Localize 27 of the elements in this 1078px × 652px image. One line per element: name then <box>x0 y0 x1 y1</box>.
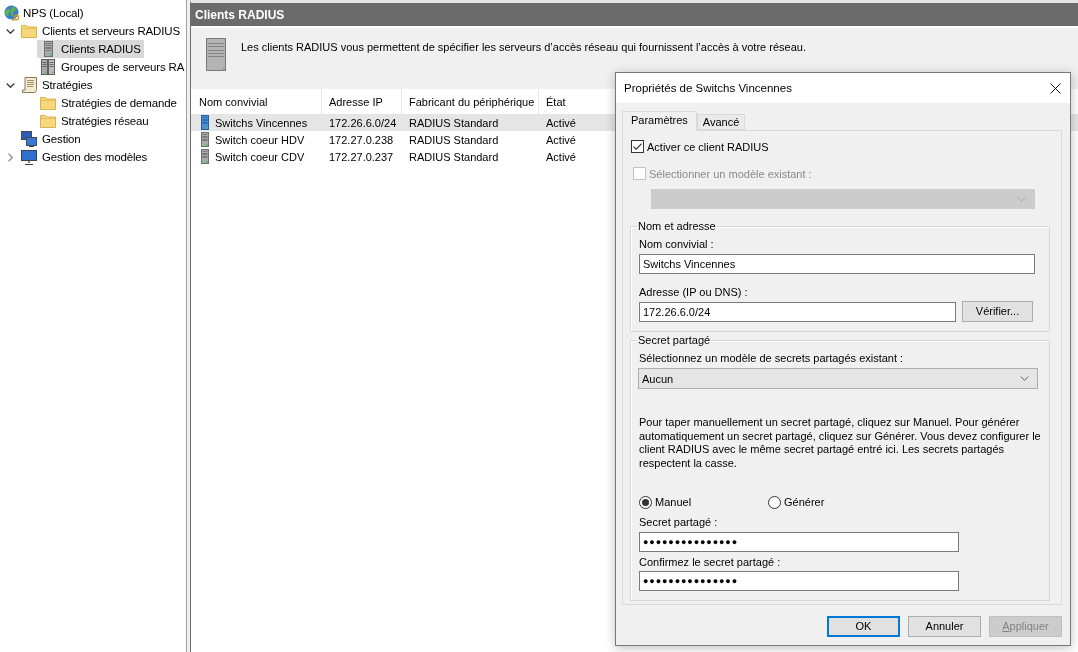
dialog-title: Propriétés de Switchs Vincennes <box>624 82 792 94</box>
table-cell-text: 172.27.0.238 <box>328 132 395 148</box>
table-cell: Switchs Vincennes <box>215 116 308 129</box>
table-cell-text: 172.27.0.237 <box>328 149 395 165</box>
help-text: Pour taper manuellement un secret partagé, cliquez sur Manuel. Pour générer automatiquement un secret partagé, cliquez sur Générer. Vous devez configurer le client RADIUS avec le même secret partagé entré ici. Les secrets partagés respectent la casse. <box>639 416 1042 470</box>
table-cell-text: RADIUS Standard <box>408 132 500 148</box>
radio-label: Générer <box>784 495 825 509</box>
description-text: Les clients RADIUS vous permettent de spécifier les serveurs d’accès réseau qui fournissent l’accès à votre réseau. <box>241 41 806 53</box>
field-label: Secret partagé : <box>639 515 719 529</box>
table-cell: Switch coeur CDV <box>215 150 305 163</box>
table-cell-text: Activé <box>545 115 577 131</box>
table-cell: Switch coeur HDV <box>215 133 305 146</box>
group-title: Nom et adresse <box>637 219 717 233</box>
radio-label: Manuel <box>655 495 692 509</box>
checkbox-label: Sélectionner un modèle existant : <box>649 166 812 181</box>
field-label: Adresse (IP ou DNS) : <box>639 285 749 299</box>
table-cell-text: RADIUS Standard <box>408 149 500 165</box>
field-label: Nom convivial : <box>639 237 715 251</box>
checkbox-label: Activer ce client RADIUS <box>647 139 769 154</box>
table-cell-text: Activé <box>545 149 577 165</box>
table-cell-text: RADIUS Standard <box>408 115 500 131</box>
field-label: Confirmez le secret partagé : <box>639 555 782 569</box>
group-title: Secret partagé <box>637 333 712 347</box>
table-cell-text: 172.26.6.0/24 <box>328 115 398 131</box>
pane-title: Clients RADIUS <box>191 3 1078 26</box>
field-label: Sélectionnez un modèle de secrets partagés existant : <box>639 351 905 365</box>
table-cell-text: Activé <box>545 132 577 148</box>
